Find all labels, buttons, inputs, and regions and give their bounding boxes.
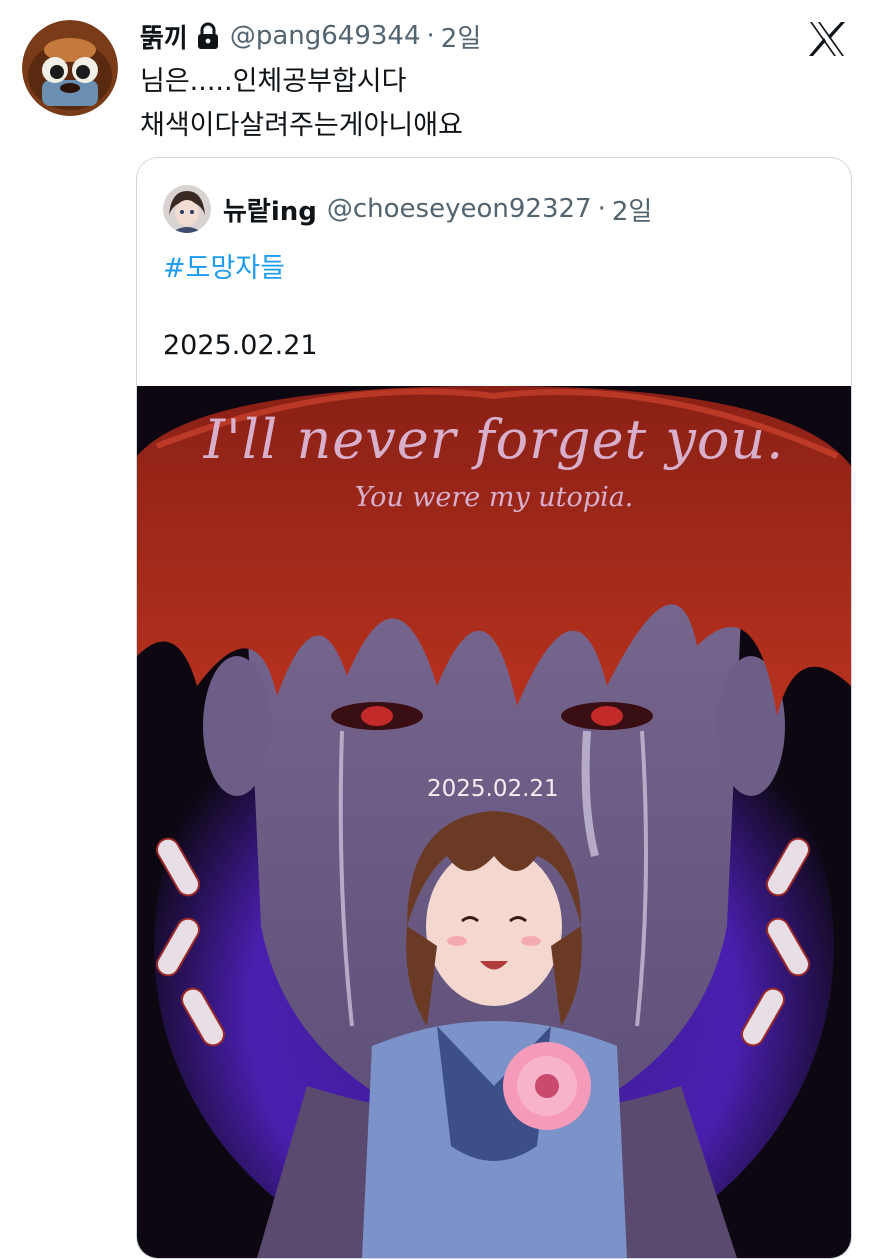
- quoted-author-avatar[interactable]: [163, 185, 211, 233]
- quoted-tweet-text: 2025.02.21: [163, 330, 318, 361]
- x-logo-icon: [808, 20, 846, 58]
- artwork-title-text: I'll never forget you.: [203, 408, 785, 471]
- artwork-date-text: 2025.02.21: [427, 776, 559, 802]
- quoted-meta-separator: ·: [597, 194, 606, 224]
- author-avatar[interactable]: [22, 20, 118, 116]
- quoted-tweet-header: 뉴랕ing @choeseyeon92327 · 2일: [163, 184, 652, 234]
- attached-artwork-image[interactable]: I'll never forget you. You were my utopi…: [137, 386, 851, 1258]
- author-display-name[interactable]: 뚥끼: [140, 18, 188, 55]
- quoted-author-display-name[interactable]: 뉴랕ing: [223, 191, 317, 228]
- quoted-tweet-card[interactable]: 뉴랕ing @choeseyeon92327 · 2일 #도망자들 2025.0…: [136, 157, 852, 1259]
- tweet-text-line: 채색이다살려주는게아니애요: [140, 110, 463, 141]
- lock-icon: [196, 22, 220, 50]
- meta-separator: ·: [426, 21, 435, 51]
- author-handle[interactable]: @pang649344: [230, 21, 421, 51]
- hashtag-link[interactable]: #도망자들: [163, 246, 285, 285]
- tweet-header: 뚥끼 @pang649344 · 2일: [140, 16, 481, 56]
- artwork-subtitle-text: You were my utopia.: [354, 482, 634, 513]
- quoted-post-time[interactable]: 2일: [612, 191, 652, 228]
- tweet-text: 님은.....인체공부합시다 채색이다살려주는게아니애요: [140, 60, 840, 148]
- tweet-text-line: 님은.....인체공부합시다: [140, 66, 407, 97]
- quoted-author-handle[interactable]: @choeseyeon92327: [327, 194, 592, 224]
- post-time[interactable]: 2일: [441, 18, 481, 55]
